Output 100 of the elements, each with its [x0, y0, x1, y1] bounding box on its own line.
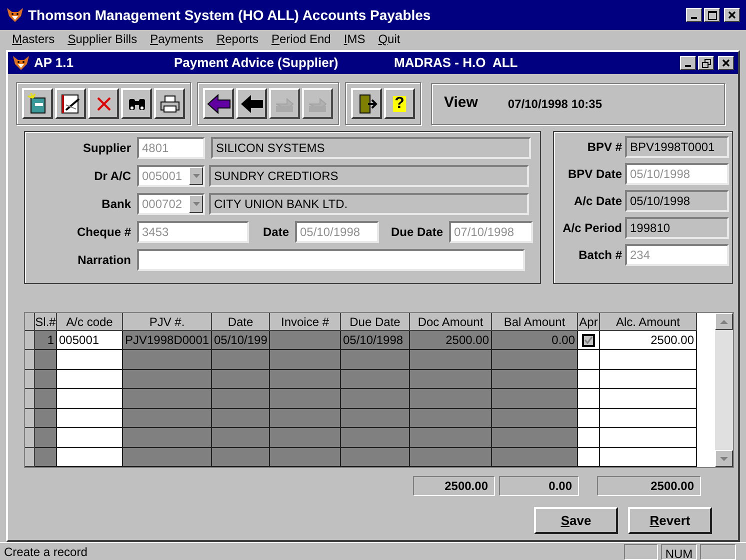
table-cell — [341, 370, 410, 390]
menu-item[interactable]: Quit — [378, 30, 400, 48]
voucher-field[interactable]: 05/10/1998 — [625, 190, 729, 212]
table-cell — [57, 389, 123, 409]
column-header[interactable]: Date — [212, 313, 270, 331]
table-cell — [57, 370, 123, 390]
field-label: Supplier — [82, 140, 131, 157]
field-label: Bank — [100, 196, 131, 213]
table-cell: 0.00 — [492, 331, 578, 350]
table-cell — [212, 389, 270, 409]
row-header[interactable] — [25, 350, 35, 370]
column-header[interactable]: Apr — [578, 313, 600, 331]
menu-item[interactable]: Masters — [12, 30, 55, 48]
restore-button[interactable] — [698, 56, 714, 70]
table-cell — [212, 370, 270, 390]
field-label: A/c Date — [572, 193, 622, 210]
close-button[interactable] — [724, 8, 740, 22]
corner-header — [25, 313, 35, 331]
table-cell — [341, 428, 410, 448]
datetime-text: 07/10/1998 10:35 — [508, 96, 602, 112]
table-cell — [341, 350, 410, 370]
toolbar-button[interactable] — [236, 88, 267, 119]
dropdown-button[interactable] — [189, 195, 203, 213]
menu-item[interactable]: Payments — [150, 30, 204, 48]
row-header[interactable] — [25, 428, 35, 448]
column-header[interactable]: PJV #. — [123, 313, 212, 331]
field-label: Batch # — [578, 247, 622, 264]
status-pane: NUM — [661, 544, 697, 560]
menu-item[interactable]: Period End — [271, 30, 331, 48]
column-header[interactable]: Bal Amount — [492, 313, 578, 331]
table-cell — [35, 389, 57, 409]
status-message: Create a record — [3, 544, 88, 560]
toolbar-button[interactable] — [351, 88, 382, 119]
column-header[interactable]: Due Date — [341, 313, 410, 331]
approved-checkbox[interactable] — [582, 334, 595, 347]
table-cell — [270, 370, 341, 390]
table-cell: PJV1998D0001 — [123, 331, 212, 350]
table-cell: 1 — [35, 331, 57, 350]
status-pane — [700, 544, 736, 560]
form-code: AP 1.1 — [34, 54, 75, 72]
table-cell — [578, 428, 600, 448]
table-cell: 05/10/199 — [212, 331, 270, 350]
window-title: Thomson Management System (HO ALL) Accounts Payables — [28, 6, 432, 25]
toolbar-button[interactable] — [55, 88, 86, 119]
table-cell — [35, 370, 57, 390]
table-cell — [341, 408, 410, 428]
row-header[interactable] — [25, 331, 35, 350]
field-label: Narration — [76, 252, 131, 269]
menu-item[interactable]: IMS — [344, 30, 366, 48]
field-label: Date — [262, 224, 289, 241]
dropdown-button[interactable] — [189, 167, 203, 185]
total-field: 0.00 — [499, 476, 579, 496]
menu-item[interactable]: Supplier Bills — [68, 30, 138, 48]
toolbar-button[interactable] — [88, 88, 119, 119]
column-header[interactable]: Sl.# — [35, 313, 57, 331]
table-cell — [35, 408, 57, 428]
table-cell — [212, 408, 270, 428]
toolbar-button[interactable] — [22, 88, 53, 119]
close-button[interactable] — [718, 56, 734, 70]
toolbar-button[interactable] — [154, 88, 185, 119]
row-header[interactable] — [25, 370, 35, 390]
table-cell — [57, 428, 123, 448]
toolbar-button[interactable] — [121, 88, 152, 119]
form-title: Payment Advice (Supplier) — [174, 54, 340, 72]
row-header[interactable] — [25, 408, 35, 428]
menu-item[interactable]: Reports — [216, 30, 258, 48]
table-cell — [212, 428, 270, 448]
field-label: A/c Period — [562, 220, 622, 237]
column-header[interactable]: Doc Amount — [410, 313, 492, 331]
toolbar-button[interactable] — [203, 88, 234, 119]
scrollbar[interactable] — [715, 313, 733, 467]
form-button[interactable]: Save — [534, 507, 618, 534]
maximize-button[interactable] — [704, 8, 720, 22]
minimize-button[interactable] — [680, 56, 696, 70]
table-cell — [578, 389, 600, 409]
table-cell — [270, 350, 341, 370]
toolbar-button[interactable]: ? — [384, 88, 415, 119]
total-field: 2500.00 — [597, 476, 701, 496]
row-header[interactable] — [25, 389, 35, 409]
table-cell — [35, 428, 57, 448]
voucher-field[interactable]: 199810 — [625, 217, 729, 239]
table-cell — [212, 350, 270, 370]
table-cell — [270, 428, 341, 448]
column-header[interactable]: A/c code — [57, 313, 123, 331]
column-header[interactable]: Alc. Amount — [600, 313, 697, 331]
location-text: MADRAS - H.O ALL — [394, 54, 519, 72]
app-logo-icon — [6, 7, 24, 23]
caret-icon — [192, 174, 200, 178]
voucher-field[interactable]: BPV1998T0001 — [625, 136, 729, 158]
field-label: BPV Date — [566, 166, 622, 183]
printer-icon — [158, 92, 180, 114]
narration-field[interactable] — [137, 249, 525, 271]
form-button[interactable]: Revert — [628, 507, 712, 534]
close-icon — [722, 59, 730, 67]
table-cell: 05/10/1998 — [341, 331, 410, 350]
column-header[interactable]: Invoice # — [270, 313, 341, 331]
row-header[interactable] — [25, 448, 35, 467]
table-cell — [57, 350, 123, 370]
minimize-button[interactable] — [686, 8, 702, 22]
mode-text: View — [444, 93, 478, 114]
